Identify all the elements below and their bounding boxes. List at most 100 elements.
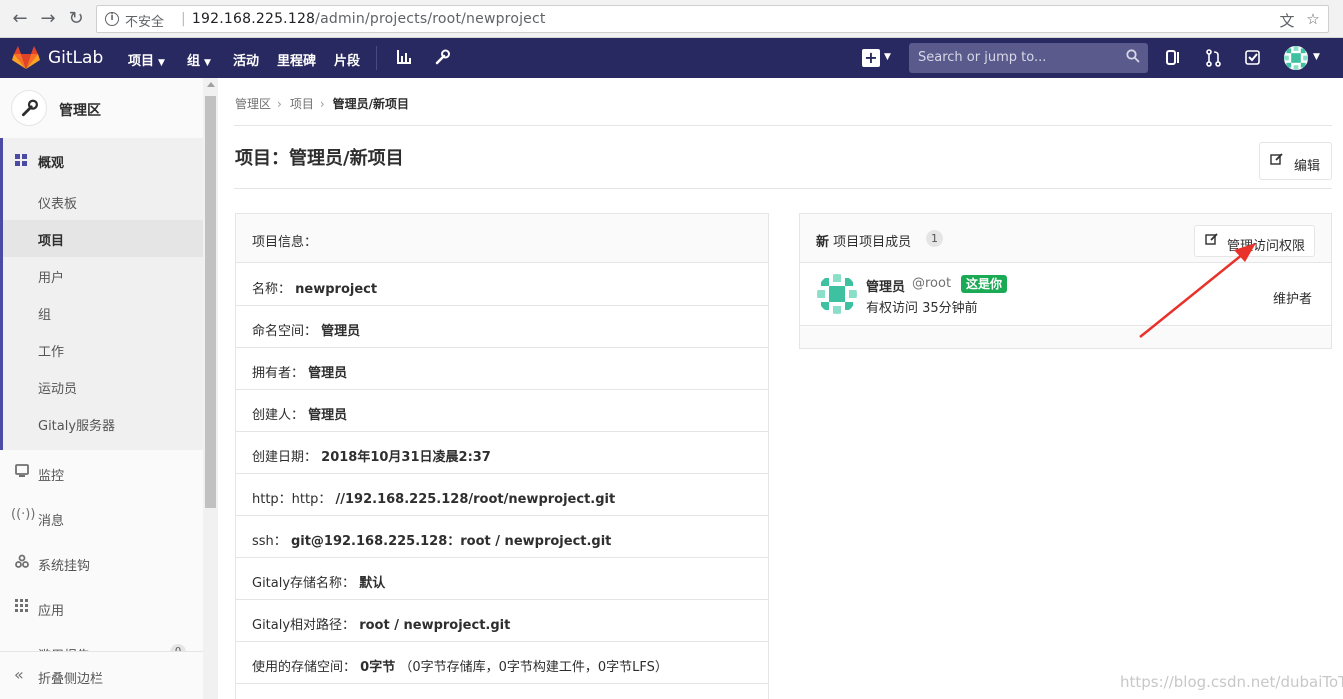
sidebar-item-groups[interactable]: 组 (3, 294, 206, 331)
info-key: 拥有者： (252, 366, 305, 381)
reload-icon[interactable]: ↻ (65, 8, 87, 30)
sidebar-item-messages[interactable]: ((·)) 消息 (0, 496, 203, 540)
sidebar-item-dashboard[interactable]: 仪表板 (3, 183, 206, 220)
breadcrumb-current[interactable]: 管理员/新项目 (333, 97, 409, 111)
nav-divider (376, 46, 377, 70)
sidebar-scrollbar[interactable] (203, 78, 218, 699)
bookmark-star-icon[interactable]: ☆ (1303, 10, 1323, 28)
edit-button-label: 编辑 (1294, 159, 1321, 174)
project-info-panel: 项目信息： 名称： newproject 命名空间： 管理员 拥有者： 管理员 … (235, 213, 769, 699)
scrollbar-thumb[interactable] (205, 96, 216, 508)
info-key: http：http： (252, 492, 332, 507)
info-row-storage-used: 使用的存储空间： 0字节 （0字节存储库，0字节构建工件，0字节LFS） (236, 642, 768, 684)
sidebar-item-label: 消息 (38, 514, 65, 529)
panel-header: 项目信息： (236, 214, 768, 263)
its-you-badge: 这是你 (961, 275, 1008, 293)
issues-icon[interactable] (1166, 49, 1182, 67)
hook-icon (15, 554, 29, 568)
member-count-badge: 1 (926, 230, 943, 247)
info-value[interactable]: 管理员 (321, 324, 360, 339)
info-key: 名称： (252, 282, 292, 297)
sidebar-item-label: 应用 (38, 604, 65, 619)
page-title: 项目：管理员/新项目 (235, 148, 404, 169)
back-icon[interactable]: ← (9, 8, 31, 30)
sidebar-item-label: 仪表板 (38, 197, 78, 212)
member-name[interactable]: 管理员 (866, 276, 905, 295)
member-avatar[interactable] (817, 274, 857, 314)
nav-groups[interactable]: 组 ▼ (187, 50, 211, 69)
breadcrumb-projects[interactable]: 项目 (290, 97, 314, 111)
collapse-sidebar-label: 折叠侧边栏 (38, 672, 104, 687)
identicon-icon (817, 274, 857, 314)
info-key: Gitaly存储名称： (252, 576, 356, 591)
merge-request-icon[interactable] (1206, 49, 1222, 67)
sidebar-item-monitoring[interactable]: 监控 (0, 451, 203, 495)
sidebar-item-jobs[interactable]: 工作 (3, 331, 206, 368)
chevron-right-icon: › (277, 97, 282, 111)
address-bar[interactable]: i 不安全 | 192.168.225.128/admin/projects/ro… (96, 5, 1329, 33)
chevron-down-icon[interactable]: ▼ (884, 52, 891, 62)
forward-icon[interactable]: → (37, 8, 59, 30)
breadcrumb-admin[interactable]: 管理区 (235, 97, 271, 111)
info-value: root / newproject.git (359, 618, 511, 633)
info-value[interactable]: 管理员 (308, 408, 347, 423)
panel-heading-bold: 新 (816, 235, 830, 250)
chevron-down-icon: ▼ (204, 58, 211, 68)
panel-heading: 项目信息： (252, 235, 318, 250)
sidebar-item-projects[interactable]: 项目 (3, 220, 206, 257)
info-row-gitaly-storage: Gitaly存储名称： 默认 (236, 558, 768, 600)
sidebar: 管理区 概观 仪表板 项目 用户 组 工作 运动员 Gitaly服务器 监控 (… (0, 78, 218, 699)
sidebar-item-gitaly-servers[interactable]: Gitaly服务器 (3, 405, 206, 442)
sidebar-item-system-hooks[interactable]: 系统挂钩 (0, 541, 203, 585)
chevron-down-icon[interactable]: ▼ (1313, 52, 1320, 62)
info-value[interactable]: 管理员 (308, 366, 347, 381)
info-value[interactable]: git@192.168.225.128：root / newproject.gi… (291, 534, 611, 549)
divider (234, 188, 1332, 189)
sidebar-item-label: 运动员 (38, 382, 78, 397)
search-input[interactable]: Search or jump to... (909, 43, 1148, 73)
watermark: https://blog.csdn.net/dubaiToT (1120, 673, 1343, 691)
todo-icon[interactable] (1245, 49, 1261, 67)
sidebar-header[interactable]: 管理区 (0, 78, 203, 138)
gitlab-brand[interactable]: GitLab (48, 48, 103, 68)
info-value: newproject (295, 282, 378, 297)
translate-icon[interactable]: 文 (1277, 10, 1297, 30)
info-value: 2018年10月31日凌晨2:37 (321, 450, 491, 465)
sidebar-item-label: 工作 (38, 345, 65, 360)
collapse-sidebar-button[interactable]: « 折叠侧边栏 (0, 651, 203, 699)
info-value: 默认 (359, 576, 386, 591)
sidebar-item-overview[interactable]: 概观 (3, 138, 206, 182)
sidebar-item-label: 监控 (38, 469, 65, 484)
info-row-ssh: ssh： git@192.168.225.128：root / newproje… (236, 516, 768, 558)
edit-button[interactable]: 编辑 (1259, 142, 1332, 180)
nav-projects-label: 项目 (128, 54, 155, 69)
browser-toolbar: ← → ↻ i 不安全 | 192.168.225.128/admin/proje… (0, 0, 1343, 38)
nav-milestones[interactable]: 里程碑 (277, 50, 316, 69)
sidebar-item-label: 组 (38, 308, 52, 323)
chevron-right-icon: › (319, 97, 325, 111)
scroll-up-icon[interactable] (207, 82, 215, 87)
nav-groups-label: 组 (187, 54, 201, 69)
nav-snippets[interactable]: 片段 (334, 50, 360, 69)
plus-icon[interactable]: + (862, 49, 880, 67)
info-icon[interactable]: i (105, 12, 119, 26)
monitor-icon (15, 464, 29, 477)
user-avatar[interactable] (1284, 46, 1308, 70)
sidebar-item-overview-label: 概观 (38, 156, 65, 171)
sidebar-item-users[interactable]: 用户 (3, 257, 206, 294)
nav-projects[interactable]: 项目 ▼ (128, 50, 165, 69)
member-username: @root (912, 276, 952, 291)
info-key: 使用的存储空间： (252, 660, 357, 675)
url-text[interactable]: | 192.168.225.128/admin/projects/root/new… (181, 11, 546, 27)
nav-activity[interactable]: 活动 (233, 50, 259, 69)
chart-icon[interactable] (396, 49, 412, 65)
sidebar-title: 管理区 (59, 103, 101, 119)
wrench-icon[interactable] (434, 49, 450, 65)
info-value[interactable]: //192.168.225.128/root/newproject.git (336, 492, 616, 507)
sidebar-item-runners[interactable]: 运动员 (3, 368, 206, 405)
gitlab-logo-icon[interactable] (12, 46, 40, 70)
sidebar-group-overview: 概观 仪表板 项目 用户 组 工作 运动员 Gitaly服务器 (0, 138, 206, 450)
sidebar-item-applications[interactable]: 应用 (0, 586, 203, 630)
sidebar-item-label: 系统挂钩 (38, 559, 91, 574)
apps-grid-icon (15, 599, 28, 612)
